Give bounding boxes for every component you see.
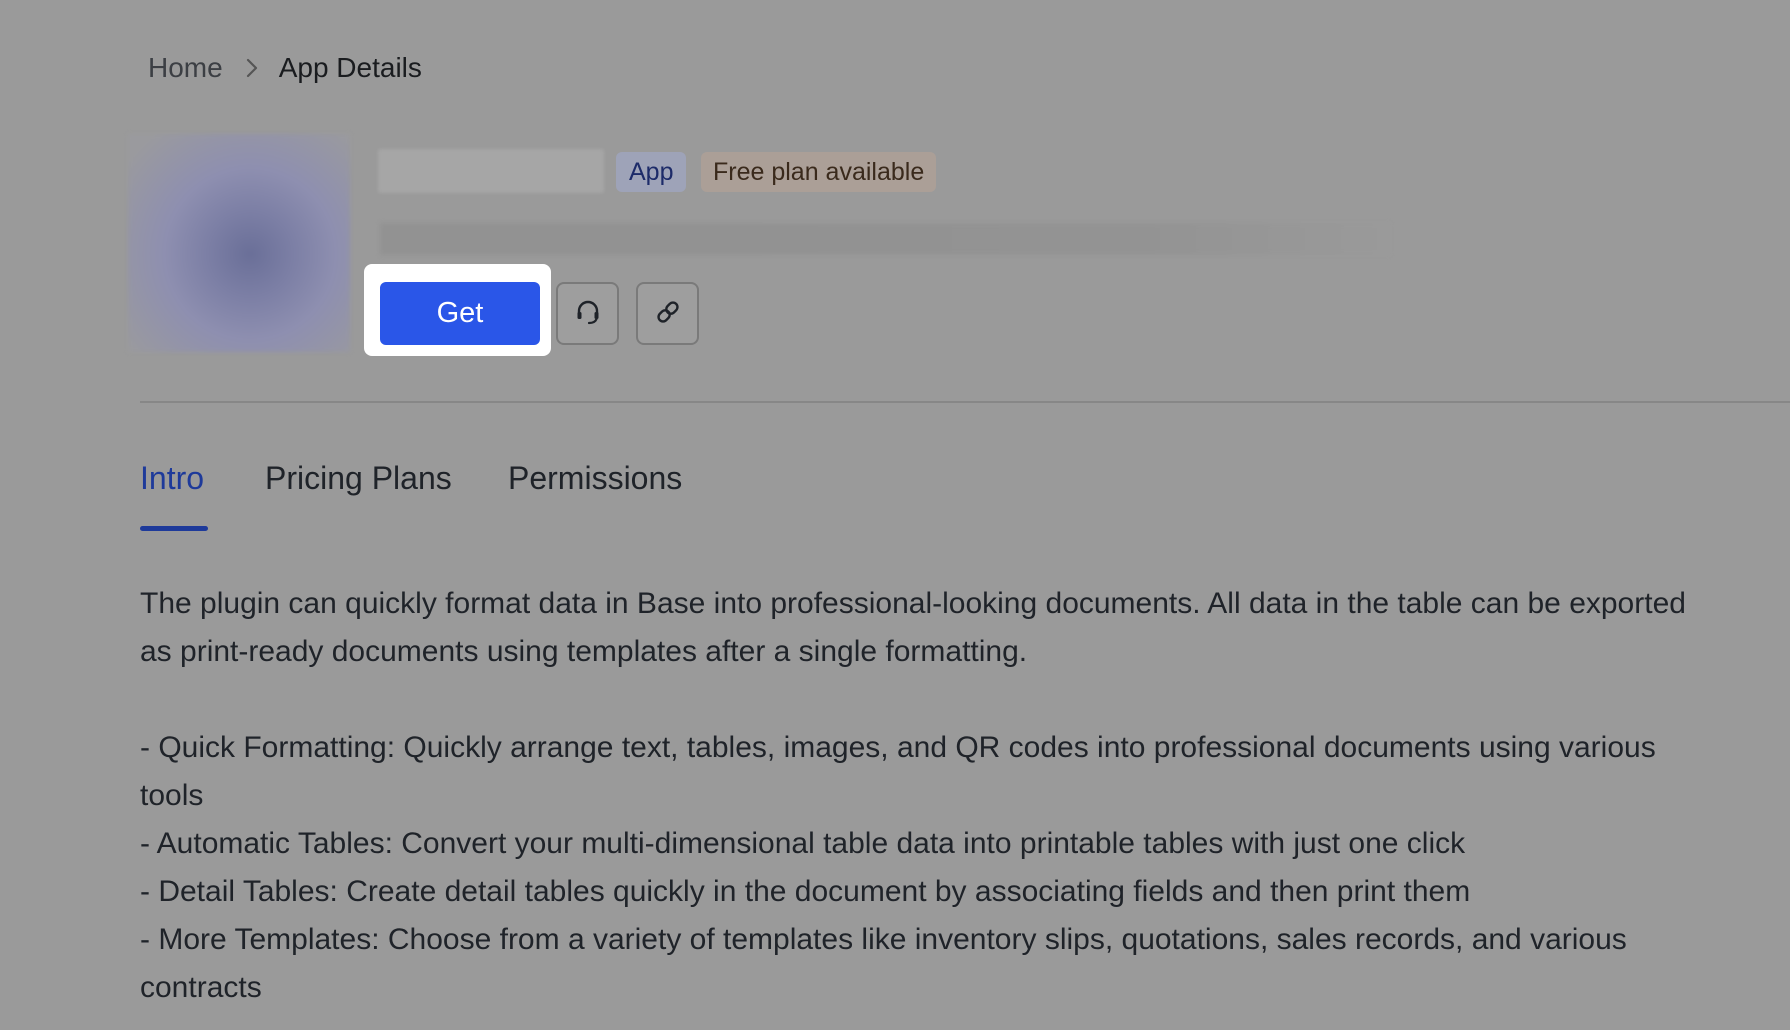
- support-button[interactable]: [556, 282, 619, 345]
- tab-pricing-plans[interactable]: Pricing Plans: [265, 460, 452, 497]
- headset-icon: [573, 297, 603, 330]
- get-button[interactable]: Get: [380, 282, 540, 345]
- chevron-right-icon: [245, 57, 259, 79]
- link-icon: [653, 297, 683, 330]
- copy-link-button[interactable]: [636, 282, 699, 345]
- tab-permissions[interactable]: Permissions: [508, 460, 682, 497]
- app-icon-image: [128, 134, 350, 352]
- free-plan-badge: Free plan available: [701, 152, 937, 192]
- feature-item: - Automatic Tables: Convert your multi-d…: [140, 827, 1466, 860]
- breadcrumb: Home App Details: [148, 50, 422, 86]
- feature-item: - More Templates: Choose from a variety …: [140, 923, 1627, 1004]
- intro-content: The plugin can quickly format data in Ba…: [140, 580, 1700, 1012]
- active-tab-indicator: [140, 526, 208, 531]
- breadcrumb-current: App Details: [278, 52, 422, 83]
- breadcrumb-home[interactable]: Home: [148, 52, 223, 84]
- feature-item: - Detail Tables: Create detail tables qu…: [140, 875, 1471, 908]
- app-details-page: Home App Details App Free plan available…: [0, 0, 1790, 1030]
- app-name-redacted: [378, 149, 604, 193]
- feature-item: - Quick Formatting: Quickly arrange text…: [140, 731, 1656, 812]
- header-divider: [140, 401, 1790, 403]
- app-type-badge: App: [616, 152, 687, 192]
- intro-paragraph: The plugin can quickly format data in Ba…: [140, 587, 1686, 668]
- tab-intro[interactable]: Intro: [140, 460, 204, 497]
- app-description-redacted: [380, 223, 1390, 255]
